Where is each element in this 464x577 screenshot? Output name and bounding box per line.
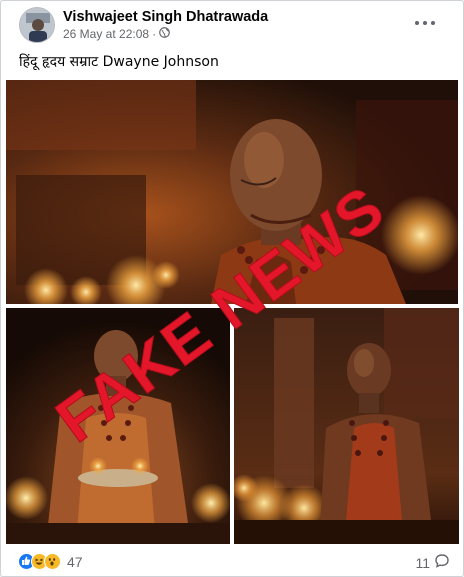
post-footer: 47 11: [1, 546, 463, 576]
meta-separator: ·: [152, 27, 157, 41]
author-name[interactable]: Vishwajeet Singh Dhatrawada: [63, 9, 268, 25]
post-card: Vishwajeet Singh Dhatrawada 26 May at 22…: [0, 0, 464, 577]
photo-top[interactable]: [6, 80, 458, 304]
reactions-summary[interactable]: 47: [18, 553, 83, 570]
post-date[interactable]: 26 May at 22:08: [63, 27, 149, 41]
post-header: Vishwajeet Singh Dhatrawada 26 May at 22…: [1, 1, 463, 45]
photo-grid: [6, 80, 459, 546]
post-caption: हिंदू हृदय सम्राट Dwayne Johnson: [19, 54, 219, 70]
comment-icon: [434, 553, 450, 572]
photo-bottom-left[interactable]: [6, 308, 230, 544]
reaction-count: 47: [67, 553, 83, 570]
post-meta: 26 May at 22:08 ·: [63, 27, 170, 41]
avatar[interactable]: [19, 7, 55, 43]
globe-icon[interactable]: [159, 27, 170, 41]
comments-summary[interactable]: 11: [415, 553, 450, 572]
comment-count: 11: [415, 554, 430, 571]
more-options-icon[interactable]: [415, 15, 435, 31]
photo-bottom-right[interactable]: [234, 308, 459, 544]
wow-icon: [44, 553, 61, 570]
